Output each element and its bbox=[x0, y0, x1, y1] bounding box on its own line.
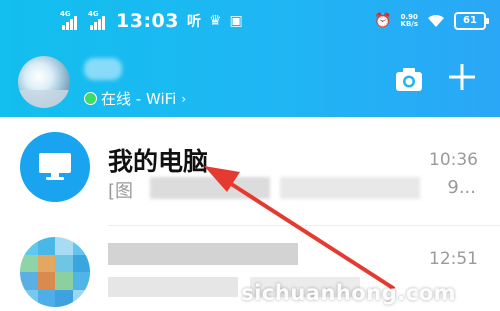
online-status-label: 在线 - WiFi bbox=[101, 90, 177, 108]
conversation-item[interactable]: 我的电脑 10:36 [图 9... bbox=[0, 117, 500, 217]
status-bar: 4G 4G 13:03 听 ♛ ▣ ⏰ 0.90 KB/s 61 bbox=[0, 0, 500, 40]
plus-icon[interactable] bbox=[447, 62, 477, 92]
list-divider bbox=[108, 225, 500, 226]
status-right: ⏰ 0.90 KB/s 61 bbox=[374, 10, 489, 32]
profile-nickname-blurred bbox=[84, 58, 122, 80]
conversation-title: 我的电脑 bbox=[108, 147, 209, 176]
battery-indicator: 61 bbox=[454, 12, 489, 30]
wifi-icon bbox=[428, 14, 444, 27]
crown-icon: ♛ bbox=[208, 13, 222, 29]
status-time: 13:03 bbox=[116, 10, 179, 32]
conversation-time: 12:51 bbox=[429, 249, 478, 269]
conversation-preview: [图 bbox=[108, 181, 134, 202]
mosaic-avatar bbox=[20, 237, 90, 307]
status-left: 4G 4G 13:03 听 ♛ ▣ bbox=[60, 10, 243, 32]
camera-icon[interactable] bbox=[394, 64, 424, 94]
blurred-text bbox=[108, 277, 238, 297]
signal-icon: 4G bbox=[60, 10, 80, 30]
network-speed: 0.90 KB/s bbox=[400, 13, 418, 28]
watermark: sichuanhong.com bbox=[241, 281, 456, 305]
alarm-icon: ⏰ bbox=[374, 13, 392, 29]
signal-icon: 4G bbox=[88, 10, 108, 30]
chevron-right-icon: › bbox=[181, 91, 187, 106]
monitor-icon bbox=[39, 153, 71, 180]
blurred-text bbox=[150, 177, 270, 199]
app-header: 4G 4G 13:03 听 ♛ ▣ ⏰ 0.90 KB/s 61 在线 - Wi… bbox=[0, 0, 500, 117]
conversation-preview-tail: 9... bbox=[447, 177, 476, 198]
blurred-text bbox=[108, 243, 298, 265]
blurred-text bbox=[280, 177, 420, 199]
online-dot-icon bbox=[84, 92, 97, 105]
online-status[interactable]: 在线 - WiFi › bbox=[84, 88, 186, 109]
conversation-time: 10:36 bbox=[429, 150, 478, 170]
profile-avatar[interactable] bbox=[18, 56, 70, 108]
monitor-avatar bbox=[20, 132, 90, 202]
listen-icon: 听 bbox=[186, 14, 201, 30]
notification-icon: ▣ bbox=[229, 13, 243, 29]
